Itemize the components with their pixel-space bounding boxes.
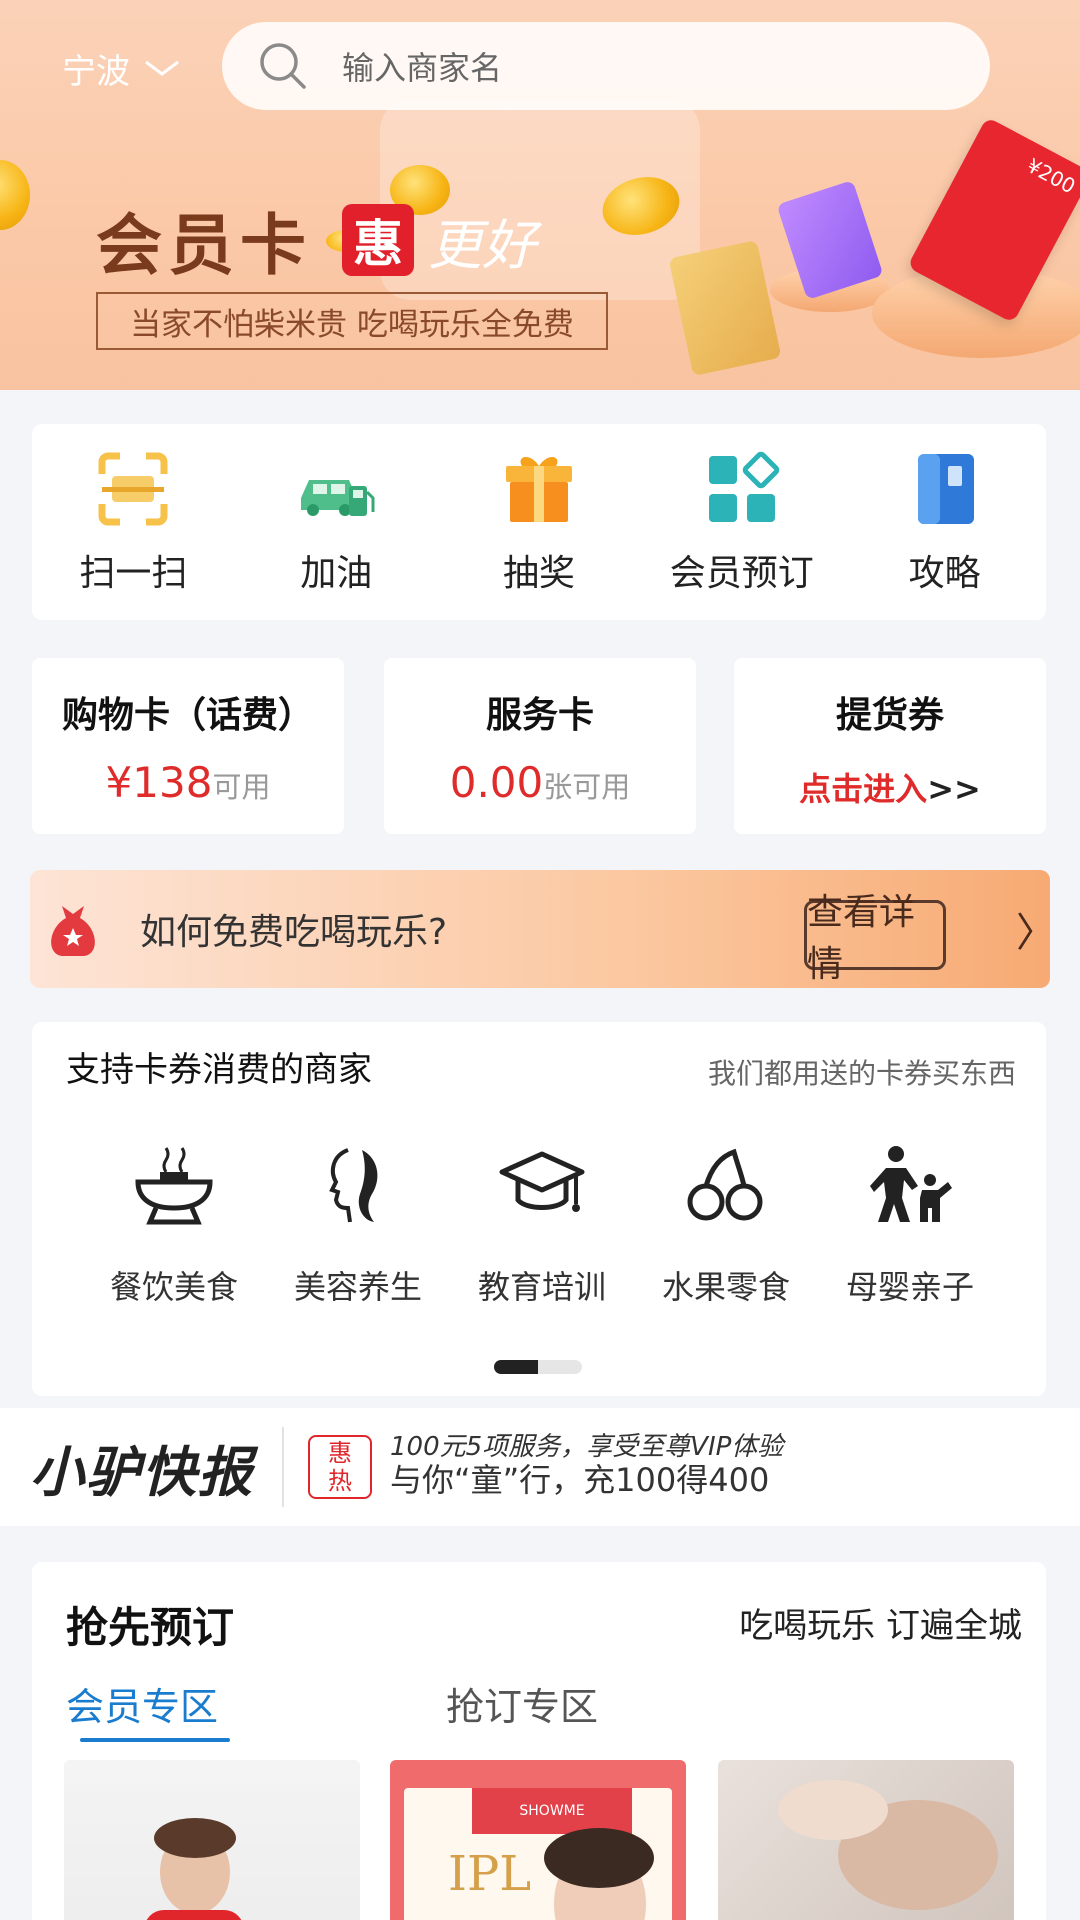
grid-icon — [708, 451, 780, 522]
action-label: 扫一扫 — [79, 553, 188, 594]
brand-banner: SHOWME — [472, 1788, 632, 1834]
hero-title: 会员卡 惠 更好 — [96, 192, 536, 288]
hui-badge: 惠 — [342, 204, 414, 276]
action-scan[interactable]: 扫一扫 — [32, 424, 235, 620]
category-beauty[interactable]: 美容养生 — [266, 1142, 450, 1308]
action-guide[interactable]: 攻略 — [843, 424, 1046, 620]
voucher-card-box[interactable]: 提货券 点击进入 >> — [734, 658, 1046, 834]
category-row: 餐饮美食 美容养生 教育培训 水果零食 母婴亲子 — [82, 1142, 1002, 1308]
card-value-text: ¥200 — [1023, 153, 1080, 199]
merchant-categories: 支持卡券消费的商家 我们都用送的卡券买东西 餐饮美食 美容养生 教育培训 水果零… — [32, 1022, 1046, 1396]
indicator-inactive — [538, 1360, 582, 1374]
double-arrow-icon: >> — [927, 770, 981, 808]
model-hair — [154, 1818, 236, 1858]
chevron-down-icon — [145, 60, 179, 76]
booking-title: 抢先预订 — [66, 1603, 235, 1652]
hero-script-text: 更好 — [428, 213, 536, 277]
chevron-right-icon: 〉 — [1016, 910, 1056, 956]
ticker-logo: 小驴快报 — [30, 1440, 254, 1504]
search-icon — [260, 43, 306, 89]
shopping-card-title: 购物卡（话费） — [61, 695, 314, 736]
hero-title-text: 会员卡 — [96, 207, 312, 284]
category-label: 餐饮美食 — [109, 1268, 238, 1306]
hot-deal-tag: 惠 热 — [308, 1435, 372, 1499]
category-label: 教育培训 — [477, 1268, 606, 1306]
ticker-headline-1[interactable]: 100元5项服务，享受至尊VIP体验 — [390, 1434, 783, 1460]
category-label: 母婴亲子 — [845, 1268, 974, 1306]
service-card-unit: 张可用 — [543, 770, 631, 804]
city-label: 宁波 — [62, 51, 130, 92]
action-label: 抽奖 — [502, 553, 575, 594]
voucher-card-image — [668, 239, 782, 377]
hero-banner[interactable]: 宁波 输入商家名 ¥200 会员卡 惠 更好 当家不怕柴米贵 吃喝玩乐全免费 — [0, 0, 1080, 390]
model-hair — [544, 1828, 654, 1888]
action-member-booking[interactable]: 会员预订 — [640, 424, 843, 620]
hero-subtitle: 当家不怕柴米贵 吃喝玩乐全免费 — [96, 292, 608, 350]
shopping-card-box[interactable]: 购物卡（话费） ¥138 可用 — [32, 658, 344, 834]
category-fruit[interactable]: 水果零食 — [634, 1142, 818, 1308]
search-bar[interactable]: 输入商家名 — [222, 22, 990, 110]
search-input[interactable]: 输入商家名 — [342, 43, 502, 89]
carousel-indicator — [494, 1360, 582, 1374]
voucher-enter-link[interactable]: 点击进入 — [799, 764, 927, 810]
model-top — [144, 1910, 244, 1920]
category-education[interactable]: 教育培训 — [450, 1142, 634, 1308]
tab-underline — [80, 1738, 230, 1742]
tag-bottom-text: 热 — [328, 1467, 352, 1495]
fuel-icon — [301, 480, 375, 516]
city-selector[interactable]: 宁波 — [62, 44, 182, 92]
category-food[interactable]: 餐饮美食 — [82, 1142, 266, 1308]
action-label: 攻略 — [908, 553, 981, 594]
free-promo-banner[interactable]: 如何免费吃喝玩乐? 查看详情 〉 — [30, 870, 1056, 988]
category-parent-child[interactable]: 母婴亲子 — [818, 1142, 1002, 1308]
quick-actions: 扫一扫 加油 抽奖 会员预订 攻略 — [32, 424, 1046, 620]
shopping-card-unit: 可用 — [212, 770, 271, 804]
voucher-card-link-row: 点击进入 >> — [799, 764, 981, 810]
shopping-card-amount: ¥138 — [105, 758, 213, 807]
service-card-amount: 0.00 — [449, 758, 544, 807]
tab-rush-booking[interactable]: 抢订专区 — [446, 1676, 598, 1731]
guide-icon — [917, 454, 974, 524]
thumbnail-poster: SHOWME IPL — [404, 1788, 672, 1920]
service-card-title: 服务卡 — [485, 695, 594, 736]
indicator-active — [494, 1360, 538, 1374]
view-details-button[interactable]: 查看详情 — [804, 892, 946, 985]
news-ticker[interactable]: 小驴快报 惠 热 100元5项服务，享受至尊VIP体验 与你“童”行，充100得… — [0, 1408, 1080, 1526]
category-label: 水果零食 — [661, 1268, 790, 1306]
fruit-icon — [687, 1148, 763, 1221]
parent-child-icon — [870, 1146, 952, 1222]
ticker-headlines: 100元5项服务，享受至尊VIP体验 与你“童”行，充100得400 — [390, 1434, 783, 1500]
ticker-headline-2[interactable]: 与你“童”行，充100得400 — [390, 1460, 783, 1500]
divider — [282, 1427, 284, 1507]
service-card-value: 0.00 张可用 — [450, 758, 631, 807]
tag-top-text: 惠 — [328, 1439, 352, 1467]
deal-thumbnail[interactable] — [64, 1760, 360, 1920]
voucher-card-title: 提货券 — [835, 695, 944, 736]
deal-thumbnail[interactable] — [718, 1760, 1014, 1920]
scan-icon — [98, 452, 168, 526]
poster-text: IPL — [448, 1846, 532, 1902]
spa-hands — [778, 1780, 888, 1840]
beauty-icon — [329, 1148, 378, 1223]
merchants-title: 支持卡券消费的商家 — [66, 1050, 372, 1090]
tab-member-zone[interactable]: 会员专区 — [66, 1676, 218, 1731]
education-icon — [499, 1151, 585, 1212]
action-label: 会员预订 — [669, 553, 814, 594]
gift-icon — [505, 456, 572, 522]
food-icon — [135, 1147, 213, 1225]
action-lottery[interactable]: 抽奖 — [438, 424, 641, 620]
service-card-box[interactable]: 服务卡 0.00 张可用 — [384, 658, 696, 834]
money-bag-icon — [51, 906, 95, 956]
coin-decoration — [0, 160, 30, 230]
booking-section: 抢先预订 吃喝玩乐 订遍全城 会员专区 抢订专区 SHOWME IPL — [32, 1562, 1046, 1920]
shopping-card-value: ¥138 可用 — [106, 758, 271, 807]
action-label: 加油 — [300, 553, 373, 594]
deal-thumbnail[interactable]: SHOWME IPL — [390, 1760, 686, 1920]
action-fuel[interactable]: 加油 — [235, 424, 438, 620]
promo-text: 如何免费吃喝玩乐? — [140, 912, 448, 953]
category-label: 美容养生 — [293, 1268, 422, 1306]
merchants-subtitle: 我们都用送的卡券买东西 — [707, 1057, 1016, 1090]
booking-subtitle: 吃喝玩乐 订遍全城 — [739, 1606, 1022, 1646]
